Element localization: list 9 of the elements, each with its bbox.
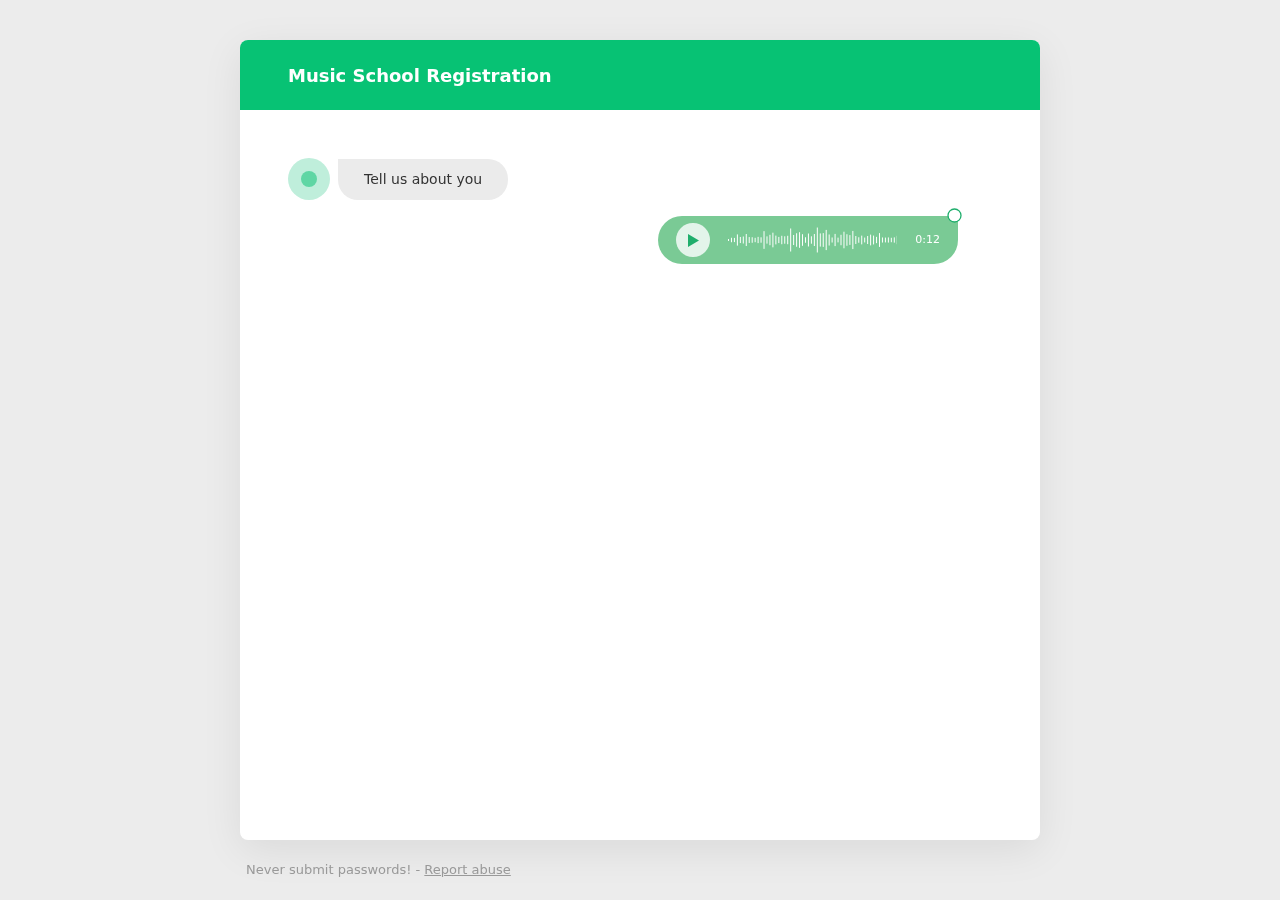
report-abuse-link[interactable]: Report abuse: [424, 862, 511, 877]
play-button[interactable]: [676, 223, 710, 257]
form-title: Music School Registration: [288, 63, 552, 88]
audio-duration: 0:12: [915, 231, 940, 248]
status-ring-icon: [947, 208, 962, 223]
footer-note: Never submit passwords! - Report abuse: [246, 862, 511, 877]
play-icon: [686, 233, 699, 247]
bot-avatar-icon: [288, 158, 330, 200]
message-bubble: Tell us about you: [338, 158, 509, 200]
